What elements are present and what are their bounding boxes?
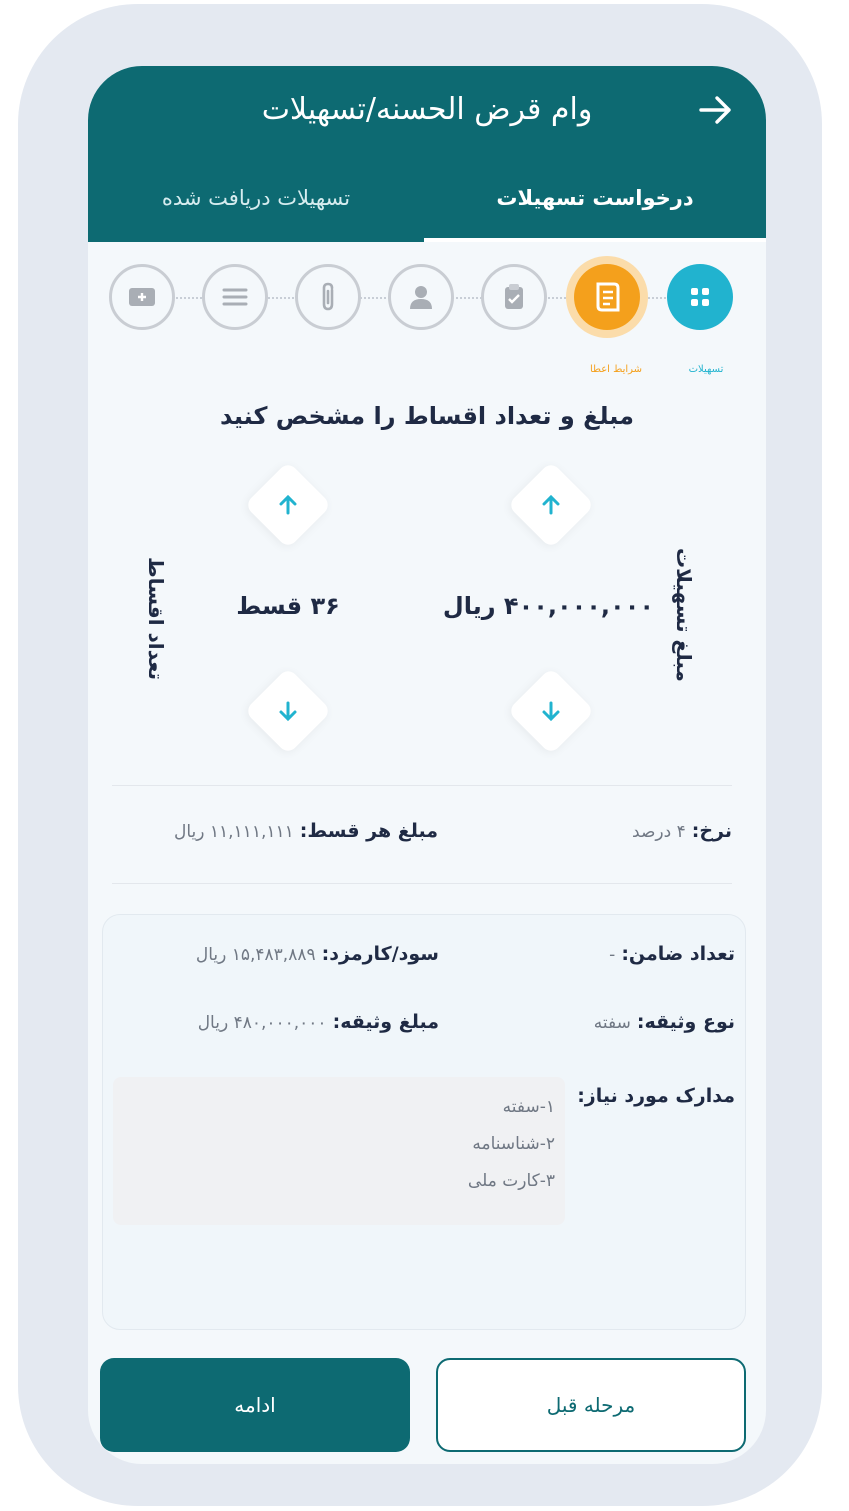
paperclip-icon (322, 282, 334, 311)
loan-details-card: تعداد ضامن: - سود/کارمزد: ۱۵,۴۸۳,۸۸۹ ریا… (102, 914, 746, 1330)
back-button[interactable] (694, 88, 738, 132)
divider (112, 785, 732, 786)
rate-row: نرخ: ۴ درصد (632, 820, 732, 842)
step-terms[interactable] (481, 264, 547, 330)
section-title: مبلغ و تعداد اقساط را مشخص کنید (220, 402, 634, 430)
video-icon (129, 288, 155, 306)
documents-list: ۱-سفته ۲-شناسنامه ۳-کارت ملی (113, 1077, 565, 1225)
user-icon (410, 286, 432, 309)
installments-value: ۳۶ قسط (236, 592, 340, 620)
tab-received-facilities[interactable]: تسهیلات دریافت شده (88, 170, 424, 242)
collateral-type-value: سفته (593, 1013, 631, 1033)
amount-label: مبلغ تسهیلات (672, 548, 696, 682)
list-icon (222, 288, 248, 306)
step-guarantor[interactable] (388, 264, 454, 330)
arrow-up-icon (279, 494, 297, 515)
documents-label: مدارک مورد نیاز: (577, 1085, 735, 1107)
guarantors-label: تعداد ضامن: (621, 943, 735, 965)
step-grant-conditions[interactable] (574, 264, 640, 330)
installment-amount-label: مبلغ هر قسط: (299, 820, 438, 842)
profit-row: سود/کارمزد: ۱۵,۴۸۳,۸۸۹ ریال (196, 943, 439, 965)
clipboard-icon (505, 284, 523, 309)
continue-button[interactable]: ادامه (100, 1358, 410, 1452)
collateral-type-row: نوع وثیقه: سفته (594, 1011, 735, 1033)
rate-value: ۴ درصد (632, 822, 686, 842)
installments-label: تعداد اقساط (144, 556, 168, 680)
grid-icon (691, 288, 709, 306)
step-video[interactable] (109, 264, 175, 330)
step-attachments[interactable] (295, 264, 361, 330)
list-item: ۱-سفته (502, 1097, 555, 1117)
page-title: وام قرض الحسنه/تسهیلات (261, 92, 593, 127)
amount-increase-button[interactable] (507, 461, 595, 549)
amount-decrease-button[interactable] (507, 667, 595, 755)
collateral-amount-row: مبلغ وثیقه: ۴۸۰,۰۰۰,۰۰۰ ریال (198, 1011, 439, 1033)
list-item: ۲-شناسنامه (472, 1134, 555, 1154)
rate-label: نرخ: (691, 820, 732, 842)
arrow-down-icon (542, 701, 560, 722)
active-tab-indicator (424, 238, 766, 242)
list-item: ۳-کارت ملی (467, 1171, 555, 1191)
header: وام قرض الحسنه/تسهیلات درخواست تسهیلات ت… (88, 66, 766, 242)
collateral-amount-value: ۴۸۰,۰۰۰,۰۰۰ ریال (197, 1013, 327, 1033)
scroll-icon (596, 282, 620, 312)
arrow-down-icon (279, 701, 297, 722)
guarantors-row: تعداد ضامن: - (609, 943, 735, 965)
installments-decrease-button[interactable] (244, 667, 332, 755)
tab-request-facilities[interactable]: درخواست تسهیلات (424, 170, 766, 242)
installment-amount-value: ۱۱,۱۱۱,۱۱۱ ریال (174, 822, 294, 842)
collateral-amount-label: مبلغ وثیقه: (332, 1011, 439, 1033)
guarantors-value: - (609, 945, 616, 965)
profit-label: سود/کارمزد: (321, 943, 439, 965)
divider (112, 883, 732, 884)
installment-amount-row: مبلغ هر قسط: ۱۱,۱۱۱,۱۱۱ ریال (174, 820, 438, 842)
step-label-facilities: تسهیلات (688, 364, 724, 375)
amount-value: ۴۰۰,۰۰۰,۰۰۰ ریال (442, 592, 654, 620)
step-label-grant-conditions: شرایط اعطا (589, 364, 643, 375)
collateral-type-label: نوع وثیقه: (636, 1011, 735, 1033)
arrow-up-icon (542, 494, 560, 515)
progress-steps: تسهیلات شرایط اعطا (88, 264, 766, 375)
previous-step-button[interactable]: مرحله قبل (436, 1358, 746, 1452)
documents-row: مدارک مورد نیاز: (577, 1085, 735, 1107)
step-summary[interactable] (202, 264, 268, 330)
installments-increase-button[interactable] (244, 461, 332, 549)
app-screen: وام قرض الحسنه/تسهیلات درخواست تسهیلات ت… (88, 66, 766, 1464)
step-facilities[interactable] (667, 264, 733, 330)
arrow-right-icon (699, 96, 731, 124)
profit-value: ۱۵,۴۸۳,۸۸۹ ریال (195, 945, 316, 965)
